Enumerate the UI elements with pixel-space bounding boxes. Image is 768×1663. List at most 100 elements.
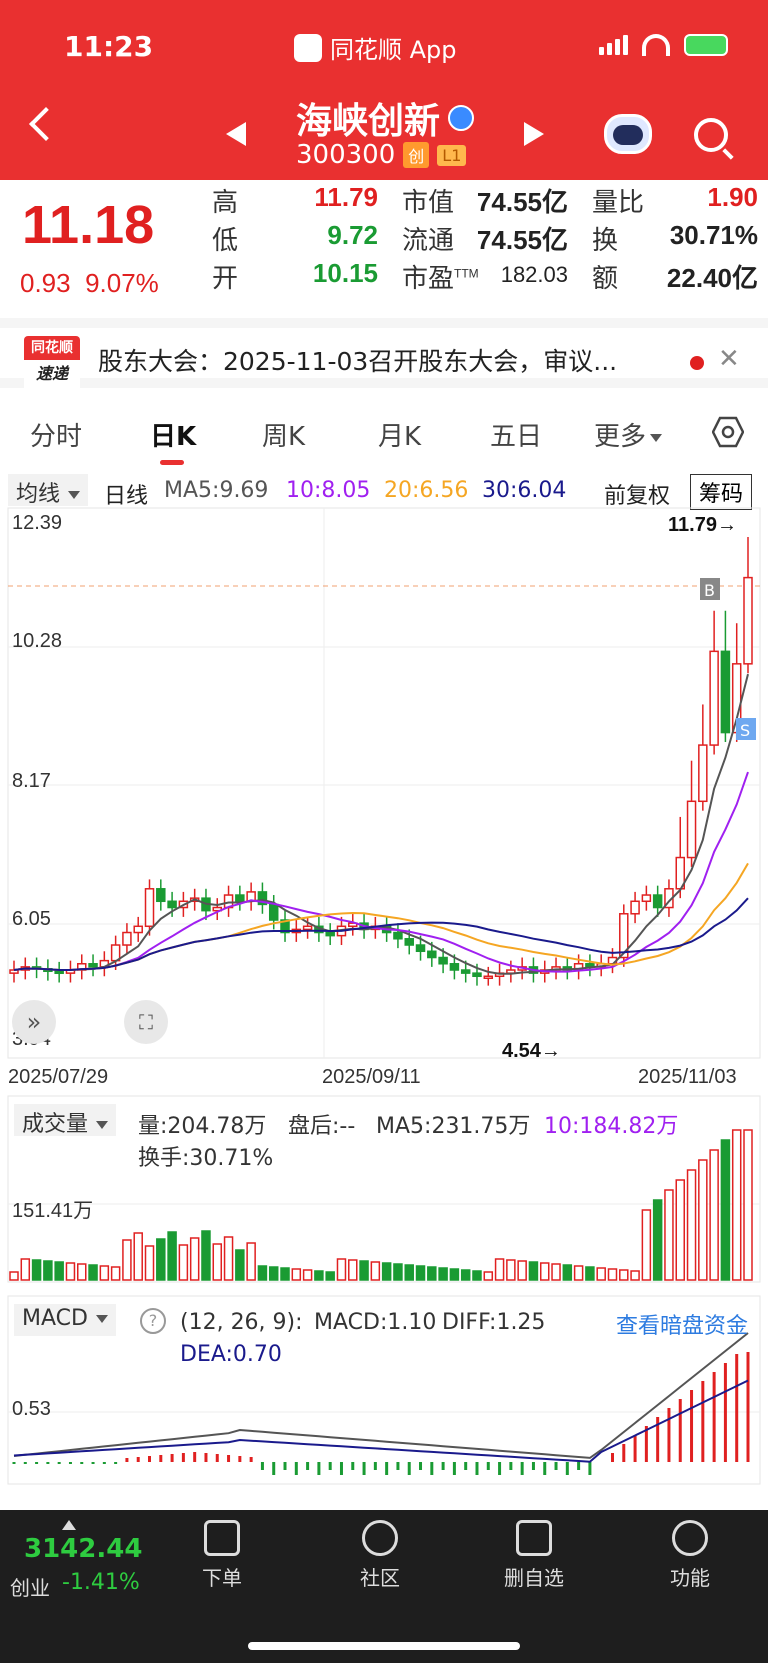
- x-label-mid: 2025/09/11: [322, 1066, 421, 1088]
- macd-dropdown[interactable]: MACD: [14, 1304, 116, 1336]
- volume-bar: [156, 1238, 166, 1281]
- y-label-1: 12.39: [12, 512, 63, 534]
- volume-bar: [348, 1259, 358, 1281]
- volume-bar: [528, 1261, 539, 1281]
- volume-bar: [494, 1258, 505, 1281]
- volume-bar: [731, 1129, 742, 1281]
- candle-body: [54, 970, 64, 975]
- volume-bar: [539, 1262, 550, 1281]
- candle-body: [144, 888, 155, 928]
- volume-bar: [167, 1231, 177, 1281]
- volume-bar: [449, 1268, 460, 1281]
- diff-line: [13, 1332, 749, 1459]
- volume-bar: [43, 1260, 53, 1281]
- ma-lines: [13, 673, 749, 975]
- candle-body: [652, 894, 663, 909]
- volume-bar: [438, 1267, 448, 1281]
- candle-body: [709, 650, 719, 746]
- volume-dropdown[interactable]: 成交量: [14, 1104, 117, 1137]
- volume-bar: [551, 1263, 561, 1281]
- home-indicator: [248, 1642, 520, 1650]
- candle-body: [404, 938, 414, 946]
- volume-bar: [607, 1268, 618, 1281]
- volume-bar: [698, 1159, 708, 1281]
- volume-bar: [596, 1267, 606, 1281]
- candle-body: [460, 969, 471, 974]
- volume-bar: [393, 1263, 403, 1281]
- candle-body: [630, 900, 640, 915]
- volume-bar: [291, 1268, 302, 1281]
- remove-watchlist-button[interactable]: 删自选: [494, 1520, 574, 1591]
- community-button[interactable]: 社区: [340, 1520, 420, 1591]
- volume-bar: [201, 1230, 211, 1281]
- volume-bar: [664, 1189, 674, 1281]
- volume-bar: [709, 1149, 719, 1281]
- volume-bar: [652, 1199, 663, 1281]
- kchart-frame: [7, 507, 761, 1059]
- candle-body: [122, 931, 132, 946]
- volume-bar: [223, 1236, 234, 1281]
- remove-watchlist-label: 删自选: [504, 1566, 564, 1590]
- volume-bar: [325, 1271, 335, 1281]
- candle-body: [449, 963, 460, 971]
- dark-pool-link[interactable]: 查看暗盘资金: [616, 1308, 748, 1340]
- turnover-rate: 换手:30.71%: [138, 1146, 274, 1171]
- volume-bar: [359, 1260, 369, 1281]
- chart-canvas[interactable]: B S: [0, 0, 768, 1500]
- index-value[interactable]: 3142.44: [24, 1534, 142, 1564]
- candle-body: [268, 903, 279, 921]
- volume-bar: [88, 1264, 98, 1281]
- volume-value: 量:204.78万: [138, 1114, 267, 1139]
- volume-bar: [506, 1259, 516, 1281]
- volume-bar: [743, 1129, 753, 1281]
- volume-bar: [54, 1261, 64, 1281]
- volume-bar: [77, 1263, 87, 1281]
- volume-bar: [427, 1266, 437, 1281]
- low-marker: 4.54→: [502, 1040, 561, 1062]
- volume-bar: [562, 1264, 573, 1281]
- y-label-4: 6.05: [12, 908, 51, 930]
- volume-bar: [9, 1271, 19, 1281]
- macd-value: MACD:1.10: [314, 1310, 437, 1335]
- candle-body: [743, 576, 753, 665]
- volume-ma5: MA5:231.75万: [376, 1114, 531, 1139]
- volume-bar: [212, 1243, 223, 1281]
- volume-bar: [122, 1239, 132, 1281]
- candle-body: [698, 744, 708, 803]
- expand-left-icon[interactable]: »: [12, 1000, 56, 1044]
- buy-marker-label: B: [704, 581, 715, 600]
- order-button[interactable]: 下单: [182, 1520, 262, 1591]
- volume-ma10: 10:184.82万: [544, 1114, 679, 1139]
- remove-watchlist-icon: [516, 1520, 552, 1556]
- macd-bars: [12, 1332, 750, 1475]
- help-icon[interactable]: ?: [140, 1308, 166, 1334]
- candle-body: [88, 963, 98, 968]
- volume-bar: [517, 1260, 527, 1281]
- volume-bar: [268, 1266, 279, 1281]
- volume-bar: [65, 1262, 76, 1281]
- volume-bar: [585, 1266, 595, 1281]
- volume-bar: [370, 1261, 381, 1281]
- volume-bar: [336, 1258, 347, 1281]
- volume-bar: [472, 1270, 482, 1281]
- candle-body: [720, 650, 731, 734]
- index-change: -1.41%: [62, 1570, 140, 1595]
- fullscreen-icon[interactable]: ⛶: [124, 1000, 168, 1044]
- volume-bar: [460, 1269, 471, 1281]
- volume-bar: [235, 1249, 245, 1281]
- index-up-icon: [62, 1520, 76, 1530]
- candle-body: [686, 800, 697, 859]
- candle-body: [156, 888, 166, 903]
- volume-bar: [144, 1245, 155, 1281]
- community-icon: [362, 1520, 398, 1556]
- order-label: 下单: [202, 1566, 242, 1590]
- candle-body: [325, 931, 335, 937]
- candle-body: [483, 975, 494, 980]
- functions-button[interactable]: 功能: [650, 1520, 730, 1591]
- volume-bar: [630, 1270, 640, 1281]
- volume-bar: [178, 1244, 189, 1281]
- volume-bar: [675, 1179, 685, 1281]
- community-label: 社区: [360, 1566, 400, 1590]
- volume-bar: [381, 1262, 392, 1281]
- volume-bar: [20, 1258, 31, 1281]
